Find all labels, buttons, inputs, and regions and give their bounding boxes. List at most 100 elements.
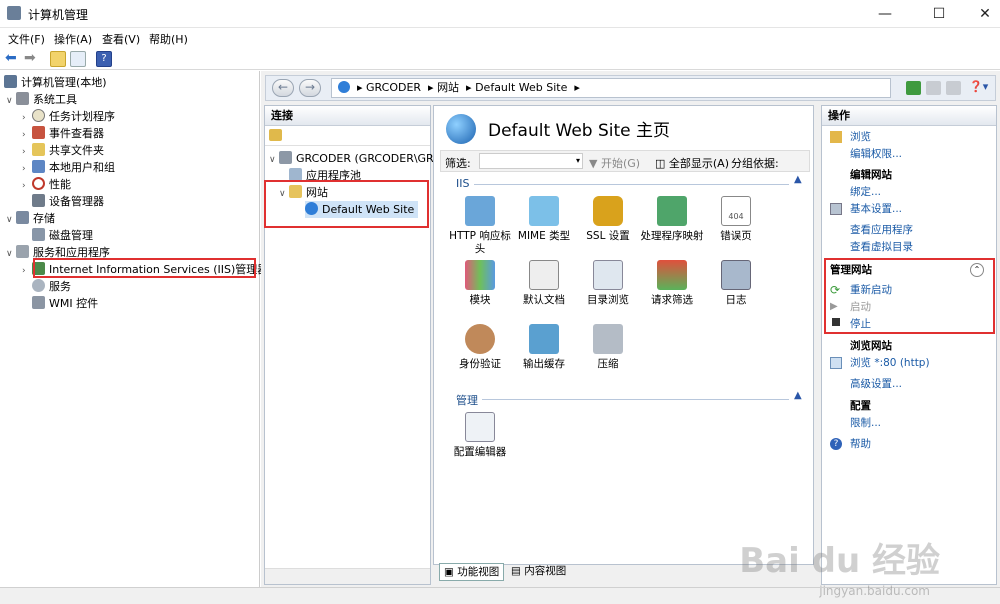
minimize-button[interactable]: — [862,0,908,28]
tree-label: 本地用户和组 [49,161,115,174]
clock-icon [32,109,45,122]
page-title: Default Web Site 主页 [488,121,671,141]
expand-down-icon[interactable]: ∨ [6,93,16,110]
forward-arrow-icon[interactable]: ➡ [24,51,36,65]
horizontal-scrollbar[interactable] [265,568,430,584]
tree-root[interactable]: 计算机管理(本地) [4,74,107,91]
connect-icon[interactable] [269,129,282,141]
up-folder-icon[interactable] [50,51,66,67]
feature-request-filtering[interactable]: 请求筛选 [640,260,704,307]
back-button[interactable]: ← [272,79,294,97]
feature-handler-mappings[interactable]: 处理程序映射 [640,196,704,243]
action-edit-permissions[interactable]: 编辑权限... [850,147,902,162]
feature-default-document[interactable]: 默认文档 [512,260,576,307]
breadcrumb-sites[interactable]: 网站 [437,81,459,94]
home-icon[interactable] [946,81,961,95]
watermark-url: jingyan.baidu.com [819,584,930,598]
browse-icon [830,131,842,143]
action-help[interactable]: 帮助 [850,437,871,452]
feature-directory-browsing[interactable]: 目录浏览 [576,260,640,307]
tree-task-scheduler[interactable]: › 任务计划程序 [22,108,115,125]
help-dropdown-icon[interactable]: ❓▾ [969,80,993,96]
app-icon [7,6,21,20]
tree-services[interactable]: 服务 [32,278,71,295]
start-filter-button[interactable]: ▼ 开始(G) [589,155,640,171]
forward-button[interactable]: → [299,79,321,97]
tab-content-view[interactable]: ▤ 内容视图 [507,563,570,581]
feature-http-headers[interactable]: HTTP 响应标头 [448,196,512,256]
tab-label: 内容视图 [524,565,567,577]
action-advanced-settings[interactable]: 高级设置... [850,377,902,392]
tree-performance[interactable]: › 性能 [22,176,71,193]
features-pane: Default Web Site 主页 筛选: ▾ ▼ 开始(G) ◫ 全部显示… [433,105,814,565]
action-view-virtual-dirs[interactable]: 查看虚拟目录 [850,240,913,255]
tree-system-tools[interactable]: ∨ 系统工具 [6,91,77,108]
menu-action[interactable]: 操作(A) [54,31,92,47]
handler-mappings-icon [657,196,687,226]
breadcrumb-server[interactable]: GRCODER [366,81,421,94]
menu-help[interactable]: 帮助(H) [149,31,188,47]
feature-ssl[interactable]: SSL 设置 [576,196,640,243]
breadcrumb-site[interactable]: Default Web Site [475,81,567,94]
modules-icon [465,260,495,290]
section-iis[interactable]: IIS [456,177,469,190]
config-editor-icon [465,412,495,442]
tree-storage[interactable]: ∨ 存储 [6,210,55,227]
connections-pane: 连接 ∨ GRCODER (GRCODER\GR 应用程序池 ∨ 网站 Defaul… [264,105,434,585]
services-apps-icon [16,245,29,258]
refresh-icon[interactable] [906,81,921,95]
menu-view[interactable]: 查看(V) [102,31,140,47]
http-headers-icon [465,196,495,226]
actions-header: 操作 [822,106,996,126]
collapse-icon[interactable]: ▲ [794,390,802,401]
feature-compression[interactable]: 压缩 [576,324,640,371]
feature-modules[interactable]: 模块 [448,260,512,307]
tree-shared-folders[interactable]: › 共享文件夹 [22,142,104,159]
tree-device-manager[interactable]: 设备管理器 [32,193,104,210]
console-tree-icon[interactable] [70,51,86,67]
filter-input[interactable]: ▾ [479,153,583,169]
expand-down-icon[interactable]: ∨ [269,152,279,169]
maximize-button[interactable]: ☐ [916,0,962,28]
feature-authentication[interactable]: 身份验证 [448,324,512,371]
mail-icon[interactable] [926,81,941,95]
feature-label: 身份验证 [459,358,501,370]
tree-label: 设备管理器 [49,195,104,208]
group-by-dropdown[interactable]: 分组依据: [731,155,779,171]
expand-down-icon[interactable]: ∨ [6,212,16,229]
feature-label: 模块 [469,294,491,306]
expand-right-icon[interactable]: › [22,263,32,280]
tree-label: 性能 [49,178,71,191]
action-bindings[interactable]: 绑定... [850,185,881,200]
show-all-button[interactable]: ◫ 全部显示(A) [655,155,729,171]
action-browse[interactable]: 浏览 [850,130,871,145]
window-title: 计算机管理 [28,8,89,22]
feature-output-cache[interactable]: 输出缓存 [512,324,576,371]
tree-event-viewer[interactable]: › 事件查看器 [22,125,104,142]
tree-local-users[interactable]: › 本地用户和组 [22,159,115,176]
feature-mime[interactable]: MIME 类型 [512,196,576,243]
section-management[interactable]: 管理 [456,392,478,408]
close-button[interactable]: ✕ [962,0,1000,28]
tree-disk-management[interactable]: 磁盘管理 [32,227,93,244]
help-icon[interactable]: ? [96,51,112,67]
expand-right-icon[interactable]: › [22,178,32,195]
expand-down-icon[interactable]: ∨ [6,246,16,263]
conn-server[interactable]: ∨ GRCODER (GRCODER\GR [269,150,434,167]
collapse-icon[interactable]: ▲ [794,174,802,185]
action-view-applications[interactable]: 查看应用程序 [850,223,913,238]
tab-features-view[interactable]: ▣ 功能视图 [439,563,505,581]
action-basic-settings[interactable]: 基本设置... [850,202,902,217]
feature-error-pages[interactable]: 404 错误页 [704,196,768,243]
action-limits[interactable]: 限制... [850,416,881,431]
tree-label: 事件查看器 [49,127,104,140]
address-bar: ← → ▸ GRCODER ▸ 网站 ▸ Default Web Site ▸ … [265,75,996,101]
menu-bar: 文件(F) 操作(A) 查看(V) 帮助(H) [0,28,1000,48]
feature-logging[interactable]: 日志 [704,260,768,307]
tree-wmi[interactable]: WMI 控件 [32,295,98,312]
address-path[interactable]: ▸ GRCODER ▸ 网站 ▸ Default Web Site ▸ [331,78,891,98]
action-browse-80[interactable]: 浏览 *:80 (http) [850,356,930,371]
back-arrow-icon[interactable]: ⬅ [5,51,17,65]
feature-config-editor[interactable]: 配置编辑器 [448,412,512,459]
menu-file[interactable]: 文件(F) [8,31,45,47]
